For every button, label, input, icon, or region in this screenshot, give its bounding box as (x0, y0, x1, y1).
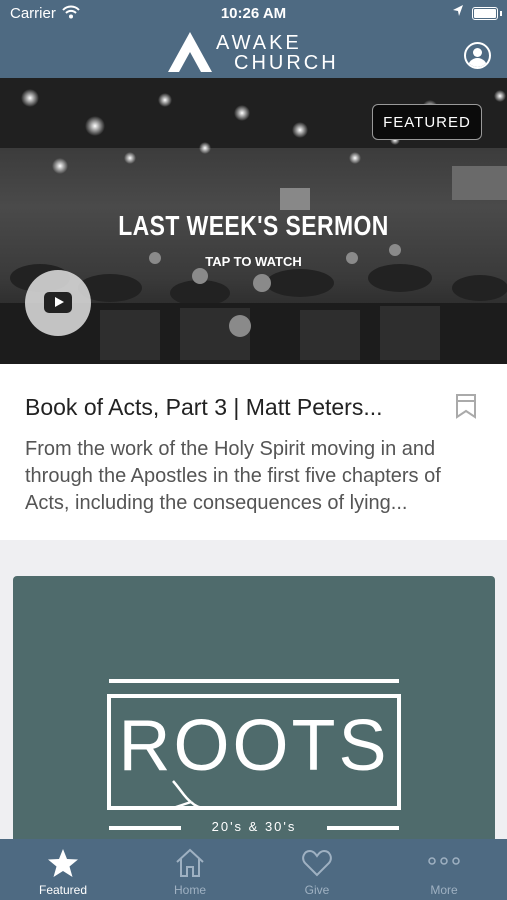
tab-give-label: Give (304, 883, 330, 897)
roots-promo-card[interactable]: ROOTS 20's & 30's (13, 576, 495, 846)
bookmark-icon[interactable] (455, 393, 477, 424)
sermon-title[interactable]: Book of Acts, Part 3 | Matt Peters... (25, 394, 425, 421)
bottom-tab-bar: Featured Home Give More (0, 839, 507, 900)
status-bar: Carrier 10:26 AM (0, 0, 507, 28)
battery-icon (472, 7, 502, 20)
star-icon (48, 849, 78, 877)
tab-more-label: More (430, 883, 458, 897)
hero-subtitle: TAP TO WATCH (205, 254, 302, 269)
clock-label: 10:26 AM (220, 5, 287, 22)
tab-give[interactable]: Give (254, 839, 380, 900)
app-header: Carrier 10:26 AM AWAKE CHURCH (0, 0, 507, 78)
tab-more[interactable]: More (381, 839, 507, 900)
play-button[interactable] (25, 270, 91, 336)
hero-title: LAST WEEK'S SERMON (118, 210, 389, 241)
profile-icon[interactable] (464, 42, 491, 69)
more-icon (428, 857, 460, 865)
sermon-description: From the work of the Holy Spirit moving … (25, 438, 441, 514)
roots-wordmark: ROOTS (118, 706, 390, 786)
heart-icon (302, 849, 332, 877)
location-arrow-icon (452, 4, 464, 22)
featured-badge: FEATURED (372, 104, 482, 140)
tab-featured-label: Featured (38, 883, 88, 897)
church-logo: AWAKE CHURCH (168, 30, 348, 74)
tab-home-label: Home (173, 883, 206, 897)
logo-text-church: CHURCH (234, 52, 339, 74)
home-icon (176, 848, 204, 877)
roots-tagline: 20's & 30's (211, 819, 297, 834)
tab-home[interactable]: Home (127, 839, 253, 900)
featured-sermon-banner[interactable]: FEATURED LAST WEEK'S SERMON TAP TO WATCH (0, 78, 507, 364)
tab-featured[interactable]: Featured (0, 839, 126, 900)
logo-mark-icon (168, 32, 212, 72)
